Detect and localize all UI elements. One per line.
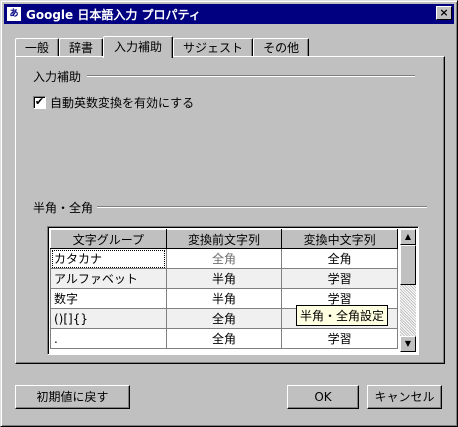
input-assist-divider — [87, 75, 415, 77]
cell-group[interactable]: 数字 — [50, 288, 167, 309]
cell-group[interactable]: アルファベット — [50, 268, 167, 289]
scroll-down-arrow-icon[interactable]: ▼ — [400, 336, 416, 352]
title-bar[interactable]: あ Google 日本語入力 プロパティ × — [4, 4, 454, 24]
close-button[interactable]: × — [436, 6, 452, 20]
halfwidth-group-label: 半角・全角 — [33, 201, 94, 215]
cell-before[interactable]: 半角 — [165, 268, 283, 289]
cell-group[interactable]: ()[]{} — [50, 308, 167, 329]
cell-before[interactable]: 全角 — [165, 248, 283, 269]
width-settings-table: 文字グループ 変換前文字列 変換中文字列 カタカナ 全角 全角 アルファベット … — [50, 229, 398, 349]
table-row[interactable]: アルファベット 半角 学習 — [50, 268, 398, 289]
halfwidth-divider — [97, 206, 427, 208]
table-row[interactable]: . 全角 学習 — [50, 328, 398, 349]
scroll-up-arrow-icon[interactable]: ▲ — [400, 229, 416, 245]
width-settings-grid[interactable]: 文字グループ 変換前文字列 変換中文字列 カタカナ 全角 全角 アルファベット … — [47, 226, 419, 355]
column-header-during[interactable]: 変換中文字列 — [281, 229, 398, 249]
tab-input-assist[interactable]: 入力補助 — [103, 36, 174, 58]
tab-other[interactable]: その他 — [253, 38, 310, 57]
auto-convert-label[interactable]: 自動英数変換を有効にする — [50, 94, 194, 111]
cell-before[interactable]: 全角 — [165, 328, 283, 349]
ok-button[interactable]: OK — [287, 385, 359, 409]
column-header-before[interactable]: 変換前文字列 — [165, 229, 283, 249]
tab-dictionary[interactable]: 辞書 — [59, 38, 104, 57]
tooltip: 半角・全角設定 — [296, 305, 389, 326]
reset-defaults-button[interactable]: 初期値に戻す — [15, 385, 130, 409]
cell-group[interactable]: . — [50, 328, 167, 349]
scroll-thumb[interactable] — [400, 245, 416, 285]
tab-strip: 一般 辞書 入力補助 サジェスト その他 — [15, 35, 310, 58]
auto-convert-checkbox[interactable]: ✔ — [33, 96, 46, 109]
cancel-button[interactable]: キャンセル — [367, 385, 442, 409]
auto-convert-row[interactable]: ✔ 自動英数変換を有効にする — [33, 94, 194, 111]
properties-window: あ Google 日本語入力 プロパティ × 一般 辞書 入力補助 サジェスト … — [0, 0, 458, 427]
cell-during[interactable]: 全角 — [281, 248, 398, 269]
app-icon: あ — [6, 6, 22, 22]
window-title: Google 日本語入力 プロパティ — [26, 7, 201, 22]
cell-during[interactable]: 学習 — [281, 268, 398, 289]
cell-during[interactable]: 学習 — [281, 328, 398, 349]
column-header-group[interactable]: 文字グループ — [50, 229, 167, 249]
cell-group[interactable]: カタカナ — [50, 248, 167, 269]
grid-scrollbar[interactable]: ▲ ▼ — [400, 229, 416, 352]
tab-suggest[interactable]: サジェスト — [173, 38, 254, 57]
tab-general[interactable]: 一般 — [15, 38, 60, 57]
cell-before[interactable]: 全角 — [165, 308, 283, 329]
input-assist-group-label: 入力補助 — [33, 70, 82, 84]
table-row[interactable]: カタカナ 全角 全角 — [50, 248, 398, 269]
cell-before[interactable]: 半角 — [165, 288, 283, 309]
